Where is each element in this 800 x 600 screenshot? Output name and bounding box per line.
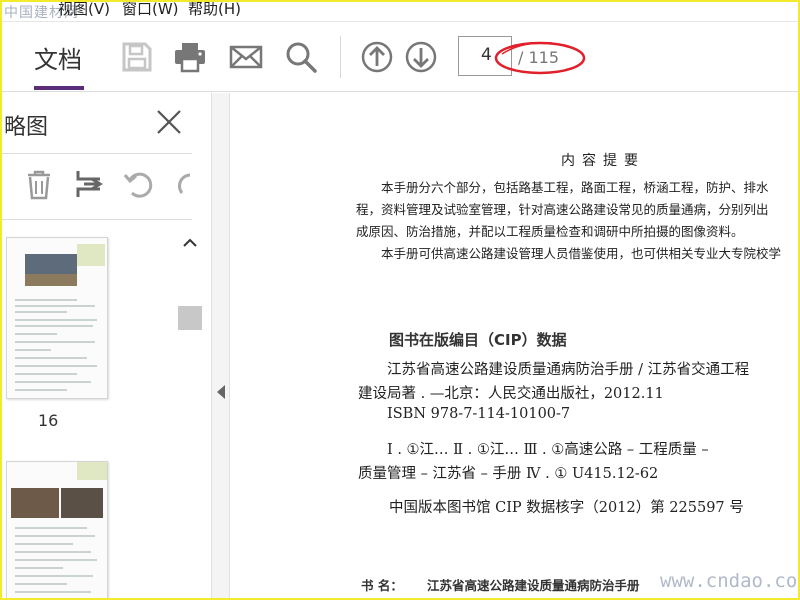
watermark-bottom: www.cndao.com — [660, 570, 800, 592]
annotation-ellipse — [494, 41, 586, 75]
chevron-up-icon[interactable] — [182, 235, 198, 251]
print-icon[interactable] — [173, 40, 207, 74]
menu-view[interactable]: 视图(V) — [58, 0, 110, 19]
sidebar-splitter[interactable] — [212, 93, 230, 600]
cip-line: ISBN 978-7-114-10100-7 — [387, 406, 571, 422]
mail-icon[interactable] — [229, 40, 263, 74]
tab-active-indicator — [34, 86, 84, 90]
tab-document[interactable]: 文档 — [34, 40, 82, 75]
thumbnail-sidebar: 略图 16 — [0, 93, 212, 600]
abstract-title: 内容提要 — [561, 153, 645, 169]
collapse-arrow-icon[interactable] — [217, 385, 225, 399]
trash-icon[interactable] — [22, 167, 56, 201]
cip-line: Ⅰ . ①江… Ⅱ . ①江… Ⅲ . ①高速公路 – 工程质量 – — [387, 442, 709, 458]
menu-window[interactable]: 窗口(W) — [122, 0, 179, 19]
abstract-line: 成原因、防治措施，并配以工程质量检查和调研中所拍摄的图像资料。 — [356, 224, 744, 239]
thumbnail-label-16: 16 — [38, 411, 59, 430]
close-icon[interactable] — [154, 107, 184, 137]
cip-line: 质量管理 – 江苏省 – 手册 Ⅳ . ① U415.12-62 — [358, 466, 659, 482]
thumbnail-page-16[interactable] — [6, 237, 108, 399]
scrollbar-thumb[interactable] — [178, 306, 202, 330]
thumbnail-scrollbar[interactable] — [178, 231, 202, 600]
book-label: 书 名： — [361, 578, 403, 593]
cip-line: 建设局著 . —北京：人民交通出版社，2012.11 — [358, 386, 664, 402]
cip-title: 图书在版编目（CIP）数据 — [389, 331, 567, 349]
sidebar-divider — [0, 153, 192, 154]
arrow-down-icon[interactable] — [404, 40, 438, 74]
thumbnail-page-17[interactable] — [6, 461, 108, 600]
abstract-line: 本手册分六个部分，包括路基工程，路面工程，桥涵工程，防护、排水 — [381, 180, 769, 195]
thumbnail-list: 16 — [0, 231, 178, 600]
rotate-right-icon[interactable] — [172, 167, 192, 201]
toolbar-separator — [340, 36, 341, 78]
rotate-left-icon[interactable] — [122, 167, 156, 201]
menu-bar: 中国建材网 视图(V) 窗口(W) 帮助(H) — [0, 0, 800, 22]
save-icon[interactable] — [120, 40, 154, 74]
toolbar: 文档 4 / 115 — [0, 22, 800, 92]
document-view: 内容提要 本手册分六个部分，包括路基工程，路面工程，桥涵工程，防护、排水 程，资… — [231, 93, 800, 600]
cip-line: 江苏省高速公路建设质量通病防治手册 / 江苏省交通工程 — [387, 362, 750, 378]
abstract-line: 本手册可供高速公路建设管理人员借鉴使用，也可供相关专业大专院校学 — [381, 246, 782, 261]
extract-icon[interactable] — [72, 167, 106, 201]
book-name: 江苏省高速公路建设质量通病防治手册 — [427, 578, 640, 593]
menu-help[interactable]: 帮助(H) — [188, 0, 241, 19]
cip-line: 中国版本图书馆 CIP 数据核字（2012）第 225597 号 — [389, 500, 744, 516]
search-icon[interactable] — [284, 40, 318, 74]
sidebar-divider-2 — [0, 219, 192, 220]
abstract-line: 程，资料管理及试验室管理，针对高速公路建设常见的质量通病，分别列出 — [356, 202, 769, 217]
sidebar-title: 略图 — [4, 115, 49, 140]
arrow-up-icon[interactable] — [360, 40, 394, 74]
